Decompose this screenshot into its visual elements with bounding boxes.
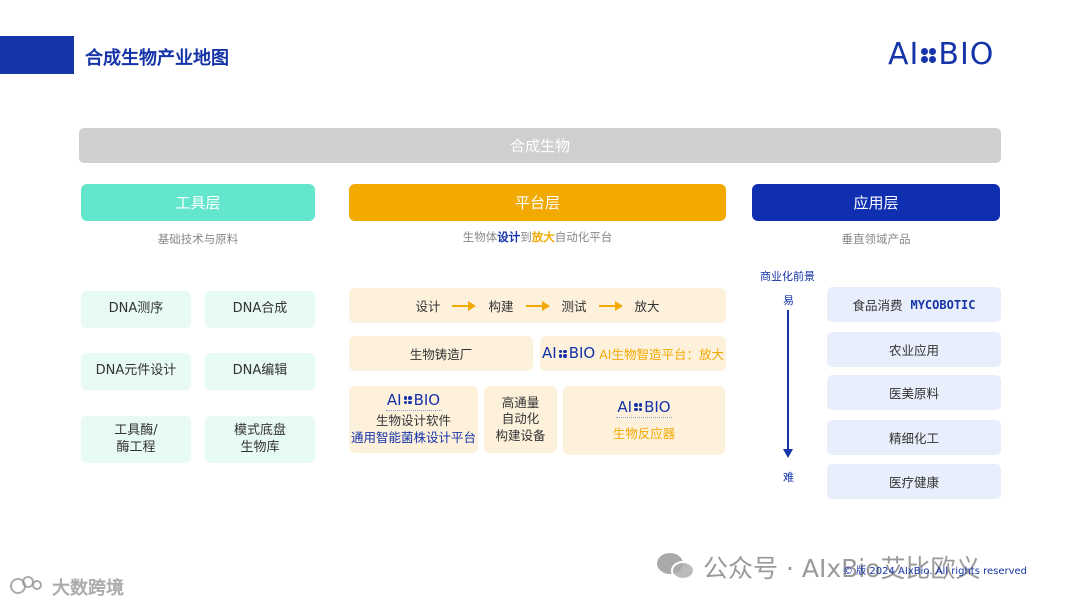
ai-platform-box: AI BIO AI生物智造平台：放大	[540, 336, 726, 371]
tool-layer-header: 工具层	[81, 184, 315, 221]
aixbio-logo: AI BIO	[542, 346, 595, 361]
aixbio-logo: AI BIO	[888, 40, 994, 70]
tool-item-chassis-library: 模式底盘 生物库	[205, 416, 315, 463]
corner-watermark-text: 大数跨境	[52, 578, 124, 599]
strain-design-platform-label: 通用智能菌株设计平台	[350, 429, 476, 445]
app-item-cosmetics: 医美原料	[827, 375, 1001, 410]
app-item-food: 食品消费 MYCOBOTIC	[827, 287, 1001, 322]
x-dots-icon	[403, 396, 412, 405]
app-item-healthcare: 医疗健康	[827, 464, 1001, 499]
subtitle-part: 生物体	[462, 230, 498, 244]
logo-text-left: AI	[542, 344, 557, 362]
corner-watermark: 大数跨境	[10, 574, 124, 600]
platform-layer-header: 平台层	[349, 184, 726, 221]
wechat-icon	[657, 551, 697, 583]
platform-layer-subtitle: 生物体设计到放大自动化平台	[349, 229, 726, 245]
logo-text-left: AI	[617, 397, 633, 416]
arrow-right-icon	[452, 300, 477, 311]
flow-step-test: 测试	[561, 299, 587, 314]
subtitle-scale-highlight: 放大	[531, 230, 555, 244]
application-layer-subtitle: 垂直领域产品	[841, 232, 911, 246]
title-accent-bar	[0, 36, 74, 74]
copyright-text: © 版 2024 AIxBio. All rights reserved	[843, 566, 1028, 577]
app-item-agriculture: 农业应用	[827, 332, 1001, 367]
logo-tagline-decoration	[385, 409, 442, 412]
tool-item-enzyme-engineering: 工具酶/ 酶工程	[81, 416, 191, 463]
flow-step-scale: 放大	[634, 299, 660, 314]
logo-text-right: BIO	[644, 397, 671, 416]
logo-tagline-decoration	[616, 416, 672, 419]
x-dots-icon	[921, 47, 937, 63]
arrow-down-icon	[783, 449, 793, 458]
subtitle-design-highlight: 设计	[497, 230, 521, 244]
arrow-right-icon	[598, 300, 623, 311]
app-item-fine-chemicals: 精细化工	[827, 420, 1001, 455]
high-throughput-equipment-box: 高通量 自动化 构建设备	[484, 386, 557, 453]
tool-item-dna-sequencing: DNA测序	[81, 291, 191, 328]
logo-text-right: BIO	[938, 37, 995, 72]
synthetic-biology-banner: 合成生物	[79, 128, 1001, 163]
tool-layer-subtitle: 基础技术与原料	[157, 232, 239, 246]
application-layer-header: 应用层	[752, 184, 1000, 221]
design-software-label: 生物设计软件	[375, 412, 451, 428]
app-item-label: 食品消费	[852, 298, 903, 313]
aixbio-logo: AI BIO	[386, 390, 441, 409]
commercial-prospect-label: 商业化前景	[760, 270, 815, 283]
axis-easy-label: 易	[783, 294, 794, 307]
logo-text-left: AI	[386, 390, 402, 409]
dbtl-flow: 设计 构建 测试 放大	[349, 288, 726, 323]
logo-text-right: BIO	[568, 344, 596, 362]
subtitle-part: 自动化平台	[554, 230, 613, 244]
aixbio-logo: AI BIO	[617, 397, 671, 416]
axis-hard-label: 难	[783, 471, 794, 484]
x-dots-icon	[558, 349, 567, 358]
flow-step-design: 设计	[415, 299, 441, 314]
difficulty-axis-line	[787, 310, 789, 450]
ai-platform-label: AI生物智造平台：放大	[599, 347, 724, 362]
x-dots-icon	[634, 403, 643, 411]
bioreactor-label: 生物反应器	[612, 425, 676, 441]
brand-swirl-icon	[10, 576, 48, 598]
biofoundry-box: 生物铸造厂	[349, 336, 533, 371]
mycobotic-logo: MYCOBOTIC	[910, 297, 976, 312]
logo-text-left: AI	[888, 37, 920, 72]
tool-item-dna-synthesis: DNA合成	[205, 291, 315, 328]
tool-item-dna-part-design: DNA元件设计	[81, 353, 191, 390]
subtitle-part: 到	[520, 230, 532, 244]
flow-step-build: 构建	[488, 299, 514, 314]
tool-item-dna-editing: DNA编辑	[205, 353, 315, 390]
logo-text-right: BIO	[413, 390, 441, 409]
page-title: 合成生物产业地图	[85, 48, 229, 69]
arrow-right-icon	[525, 300, 550, 311]
bioreactor-box: AI BIO 生物反应器	[563, 386, 725, 455]
design-software-box: AI BIO 生物设计软件 通用智能菌株设计平台	[349, 386, 478, 453]
